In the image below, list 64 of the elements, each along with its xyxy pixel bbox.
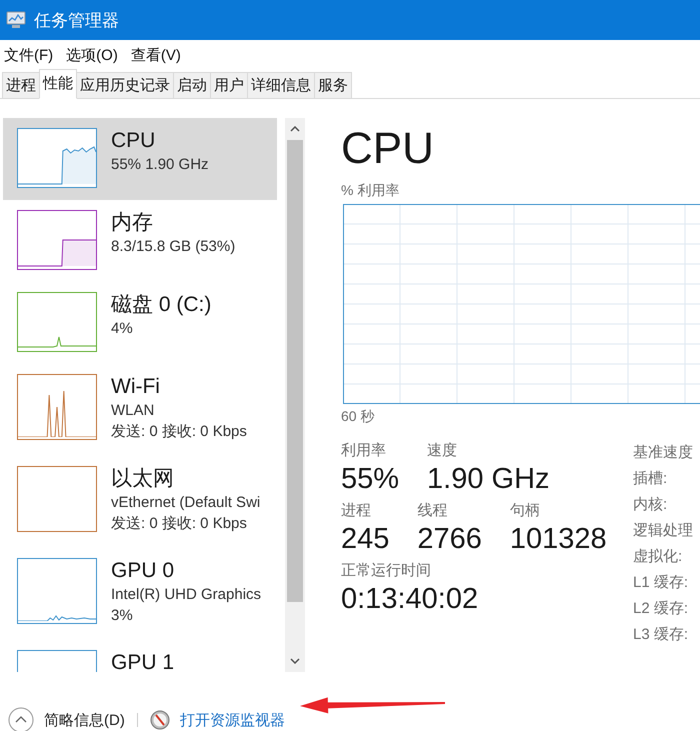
window-title: 任务管理器 <box>34 10 119 32</box>
resource-name: 磁盘 0 (C:) <box>111 292 212 318</box>
spec-label: 基准速度 <box>633 443 693 463</box>
stat-label: 利用率 <box>341 441 387 461</box>
resource-detail: 4% <box>111 319 134 339</box>
stat-value: 2766 <box>417 522 482 556</box>
menu-item[interactable]: 文件(F) <box>4 46 54 64</box>
stat-value: 245 <box>341 522 390 556</box>
resource-name: 以太网 <box>111 466 175 492</box>
stat-label: 速度 <box>427 441 458 461</box>
sidebar-item[interactable]: GPU 0 Intel(R) UHD Graphics 3% <box>3 548 277 640</box>
chevron-down-icon <box>290 658 300 664</box>
spec-label: 虚拟化: <box>633 547 684 567</box>
stat-label: 正常运行时间 <box>341 561 432 581</box>
stat-label: 线程 <box>417 501 448 521</box>
resource-name: 内存 <box>111 210 154 236</box>
time-label: 60 秒 <box>341 407 376 426</box>
resource-detail: 8.3/15.8 GB (53%) <box>111 237 236 257</box>
scrollbar-thumb[interactable] <box>287 140 303 602</box>
resource-detail: 发送: 0 接收: 0 Kbps <box>111 514 248 534</box>
resource-monitor-link[interactable]: 打开资源监视器 <box>180 710 285 730</box>
tab[interactable]: 性能 <box>39 69 77 99</box>
sidebar-item[interactable]: 磁盘 0 (C:) 4% <box>3 282 277 364</box>
task-manager-icon <box>6 11 26 29</box>
graph-label: % 利用率 <box>341 181 400 200</box>
resource-detail: 55% 1.90 GHz <box>111 155 209 175</box>
spec-label: L1 缓存: <box>633 573 690 593</box>
resource-detail: vEthernet (Default Swi <box>111 493 260 513</box>
sidebar-item[interactable]: GPU 1 <box>3 640 277 672</box>
resource-name: CPU <box>111 128 156 154</box>
sidebar-item[interactable]: CPU 55% 1.90 GHz <box>3 118 277 200</box>
tab[interactable]: 详细信息 <box>247 72 315 98</box>
spec-label: 内核: <box>633 495 668 515</box>
menu-item[interactable]: 查看(V) <box>130 46 181 64</box>
spec-label: 插槽: <box>633 469 668 489</box>
panel-title: CPU <box>341 124 435 174</box>
sidebar-item[interactable]: 内存 8.3/15.8 GB (53%) <box>3 200 277 282</box>
stat-value: 101328 <box>510 522 607 556</box>
resource-detail: 3% <box>111 606 134 626</box>
menu-item[interactable]: 选项(O) <box>66 46 118 64</box>
tab[interactable]: 用户 <box>210 72 248 98</box>
stat-value: 55% <box>341 462 400 496</box>
sidebar-item[interactable]: Wi-Fi WLAN 发送: 0 接收: 0 Kbps <box>3 364 277 456</box>
resource-name: Wi-Fi <box>111 374 161 400</box>
resource-name: GPU 0 <box>111 558 176 584</box>
resource-detail: Intel(R) UHD Graphics <box>111 585 262 605</box>
resource-detail: 发送: 0 接收: 0 Kbps <box>111 422 247 442</box>
spec-label: L3 缓存: <box>633 625 690 645</box>
stat-value: 0:13:40:02 <box>341 582 478 616</box>
tab[interactable]: 应用历史记录 <box>76 72 174 98</box>
resource-name: GPU 1 <box>111 650 174 672</box>
spec-label: 逻辑处理 <box>633 521 693 541</box>
resource-detail: WLAN <box>111 401 156 421</box>
tab[interactable]: 进程 <box>2 72 40 98</box>
scrollbar[interactable] <box>285 118 305 672</box>
spec-label: L2 缓存: <box>633 599 690 619</box>
tab[interactable]: 启动 <box>173 72 211 98</box>
collapse-button[interactable]: 简略信息(D) <box>8 707 125 731</box>
stat-value: 1.90 GHz <box>427 462 550 496</box>
sidebar-item[interactable]: 以太网 vEthernet (Default Swi 发送: 0 接收: 0 Kbps <box>3 456 277 548</box>
chevron-up-icon <box>290 126 300 132</box>
tab[interactable]: 服务 <box>314 72 352 98</box>
stat-label: 进程 <box>341 501 372 521</box>
stat-label: 句柄 <box>510 501 541 521</box>
